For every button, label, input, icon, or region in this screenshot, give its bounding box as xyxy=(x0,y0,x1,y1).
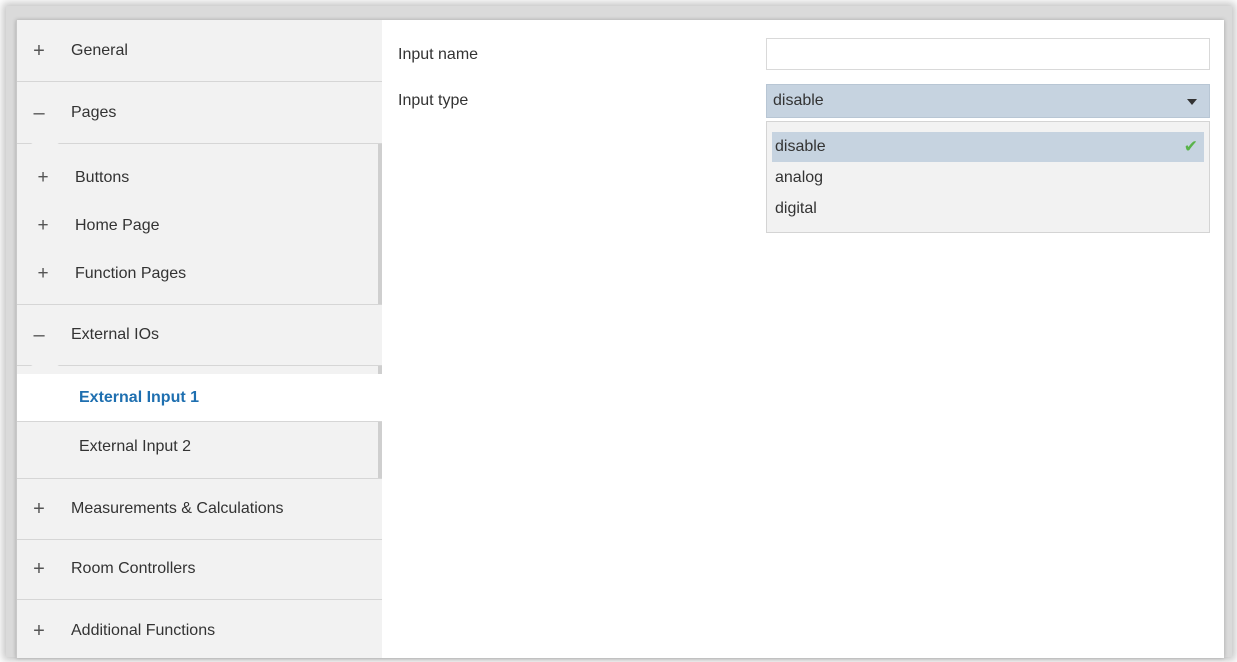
submenu-notch xyxy=(31,143,59,152)
sidebar-section-label: General xyxy=(71,41,128,59)
sidebar-item-external-input-1[interactable]: External Input 1 xyxy=(17,374,382,422)
input-name-field[interactable] xyxy=(766,38,1210,70)
sidebar-section-label: Additional Functions xyxy=(71,622,216,639)
sidebar-section-external-ios[interactable]: – External IOs xyxy=(17,304,382,366)
input-type-selected-value: disable xyxy=(773,92,824,109)
check-icon: ✔ xyxy=(1183,137,1198,156)
sidebar-item-label: Buttons xyxy=(75,169,130,186)
option-label: digital xyxy=(775,200,817,217)
sidebar-section-additional-functions[interactable]: + Additional Functions xyxy=(17,600,382,662)
sidebar-section-room-controllers[interactable]: + Room Controllers xyxy=(17,538,382,600)
input-type-dropdown: disable ✔ analog digital xyxy=(766,121,1210,233)
external-ios-subsection: External Input 1 External Input 2 xyxy=(17,365,382,478)
sidebar-item-external-input-2[interactable]: External Input 2 xyxy=(17,423,378,471)
app-window: + General – Pages + Buttons + Home Page … xyxy=(16,20,1224,658)
input-type-label: Input type xyxy=(398,92,469,109)
sidebar-item-label: Home Page xyxy=(75,217,160,234)
expand-icon: + xyxy=(37,263,49,284)
sidebar-item-label: External Input 2 xyxy=(79,438,192,455)
option-analog[interactable]: analog xyxy=(772,163,1204,193)
caret-down-icon xyxy=(1187,99,1197,105)
sidebar-section-pages[interactable]: – Pages xyxy=(17,82,382,144)
main-panel: Input name Input type disable disable ✔ … xyxy=(382,20,1224,658)
expand-icon: + xyxy=(37,167,49,188)
submenu-notch xyxy=(31,365,59,374)
sidebar: + General – Pages + Buttons + Home Page … xyxy=(17,20,382,658)
sidebar-item-buttons[interactable]: + Buttons xyxy=(17,154,378,202)
expand-icon: + xyxy=(33,39,45,62)
sidebar-section-measurements[interactable]: + Measurements & Calculations xyxy=(17,478,382,540)
sidebar-section-label: Pages xyxy=(71,103,117,121)
sidebar-section-label: Room Controllers xyxy=(71,559,196,577)
input-name-label: Input name xyxy=(398,46,479,63)
sidebar-item-label: Function Pages xyxy=(75,265,187,282)
expand-icon: + xyxy=(33,557,45,580)
option-label: disable xyxy=(775,138,826,155)
expand-icon: + xyxy=(33,498,45,520)
sidebar-item-home-page[interactable]: + Home Page xyxy=(17,202,378,250)
sidebar-section-label: Measurements & Calculations xyxy=(71,500,284,517)
expand-icon: + xyxy=(33,620,45,642)
sidebar-item-function-pages[interactable]: + Function Pages xyxy=(17,250,378,298)
option-digital[interactable]: digital xyxy=(772,194,1204,224)
input-type-select[interactable]: disable xyxy=(766,84,1210,118)
sidebar-item-label: External Input 1 xyxy=(79,388,200,406)
sidebar-section-label: External IOs xyxy=(71,326,160,343)
collapse-icon: – xyxy=(33,324,45,346)
sidebar-section-general[interactable]: + General xyxy=(17,20,382,82)
option-label: analog xyxy=(775,169,824,186)
collapse-icon: – xyxy=(33,101,45,124)
option-disable[interactable]: disable ✔ xyxy=(772,132,1204,162)
pages-subsection: + Buttons + Home Page + Function Pages xyxy=(17,143,382,304)
expand-icon: + xyxy=(37,215,49,236)
